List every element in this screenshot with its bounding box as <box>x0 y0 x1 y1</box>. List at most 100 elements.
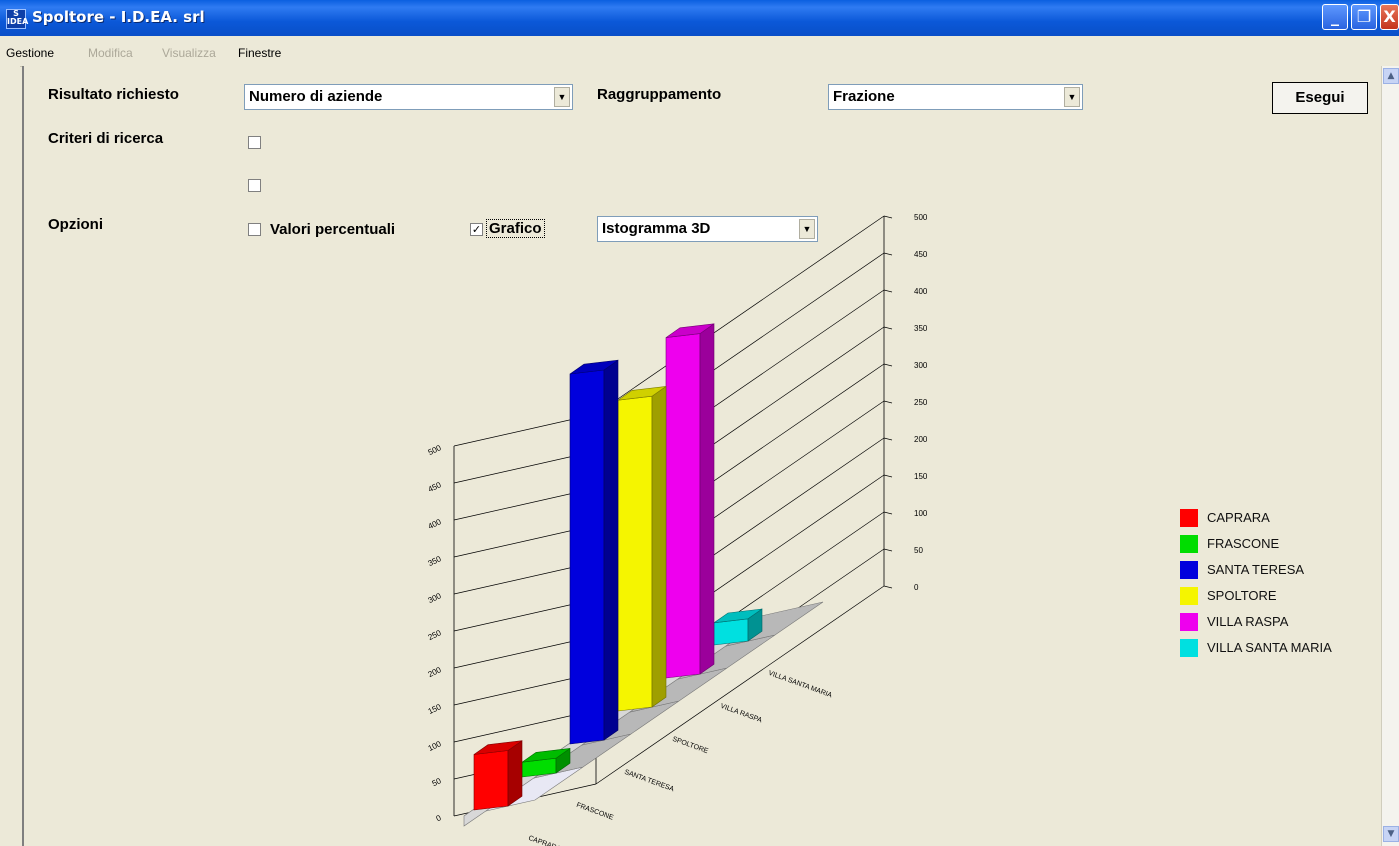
chevron-down-icon[interactable]: ▼ <box>799 219 815 239</box>
criteria-checkbox-1[interactable] <box>248 136 261 149</box>
y-tick-label-right: 50 <box>914 546 923 555</box>
bar-side <box>603 359 619 741</box>
y-tick-label-left: 350 <box>427 554 443 568</box>
x-category-label: VILLA RASPA <box>719 703 763 725</box>
chevron-down-icon[interactable]: ▼ <box>554 87 570 107</box>
main-panel: Risultato richiesto Numero di aziende ▼ … <box>22 66 1381 846</box>
app-window: S IDEA Spoltore - I.D.EA. srl _ ❐ X Gesti… <box>0 0 1399 846</box>
y-tick-mark <box>883 400 893 404</box>
legend-item: SANTA TERESA <box>1180 558 1380 582</box>
legend-label: VILLA SANTA MARIA <box>1207 640 1332 655</box>
y-tick-label-right: 300 <box>914 361 928 370</box>
y-tick-label-left: 100 <box>427 739 443 753</box>
grouping-label: Raggruppamento <box>597 86 722 103</box>
vertical-scrollbar[interactable]: ▲ ▼ <box>1381 66 1399 846</box>
scroll-up-arrow-icon[interactable]: ▲ <box>1383 68 1399 84</box>
y-tick-mark <box>883 289 893 293</box>
close-button[interactable]: X <box>1380 4 1399 30</box>
x-category-label: SPOLTORE <box>671 736 709 756</box>
y-tick-label-left: 50 <box>431 776 443 788</box>
bar-front <box>713 618 749 646</box>
chart-checkbox[interactable]: ✓ <box>470 223 483 236</box>
result-select[interactable]: Numero di aziende ▼ <box>244 84 573 110</box>
grouping-select-value: Frazione <box>833 88 895 105</box>
y-tick-label-left: 200 <box>427 665 443 679</box>
chart-label: Grafico <box>486 219 545 238</box>
y-tick-label-right: 0 <box>914 583 919 592</box>
legend-item: FRASCONE <box>1180 532 1380 556</box>
x-category-label: CAPRARA <box>527 835 562 846</box>
menu-gestione[interactable]: Gestione <box>6 46 54 60</box>
checkmark-icon: ✓ <box>471 223 482 236</box>
legend-swatch <box>1180 509 1198 527</box>
title-bar[interactable]: S IDEA Spoltore - I.D.EA. srl _ ❐ X <box>0 0 1399 36</box>
y-tick-mark <box>883 363 893 367</box>
x-category-label: VILLA SANTA MARIA <box>767 670 833 700</box>
criteria-checkbox-2[interactable] <box>248 179 261 192</box>
maximize-button[interactable]: ❐ <box>1351 4 1377 30</box>
bar-side <box>699 323 715 675</box>
y-tick-mark <box>883 474 893 478</box>
y-tick-label-right: 100 <box>914 509 928 518</box>
y-tick-label-right: 250 <box>914 398 928 407</box>
y-tick-label-left: 450 <box>427 480 443 494</box>
y-tick-label-right: 150 <box>914 472 928 481</box>
y-tick-mark <box>883 326 893 330</box>
y-tick-mark <box>883 548 893 552</box>
legend-item: CAPRARA <box>1180 506 1380 530</box>
y-tick-label-left: 500 <box>427 443 443 457</box>
y-tick-mark <box>883 252 893 256</box>
legend-label: SPOLTORE <box>1207 588 1277 603</box>
scroll-down-arrow-icon[interactable]: ▼ <box>1383 826 1399 842</box>
minimize-button[interactable]: _ <box>1322 4 1348 30</box>
y-tick-label-right: 450 <box>914 250 928 259</box>
y-tick-label-right: 350 <box>914 324 928 333</box>
bar-chart-3d: 0 0 50 50 100 100 150 150 200 200 250 250 300 300 350 3… <box>427 213 928 846</box>
menu-modifica[interactable]: Modifica <box>88 46 133 60</box>
window-title: Spoltore - I.D.EA. srl <box>32 8 205 26</box>
chevron-down-icon[interactable]: ▼ <box>1064 87 1080 107</box>
legend-item: VILLA SANTA MARIA <box>1180 636 1380 660</box>
y-tick-label-right: 400 <box>914 287 928 296</box>
y-tick-label-left: 150 <box>427 702 443 716</box>
y-tick-label-left: 250 <box>427 628 443 642</box>
x-category-label: SANTA TERESA <box>623 769 675 794</box>
bar-front <box>569 369 605 745</box>
y-tick-label-left: 400 <box>427 517 443 531</box>
y-tick-mark <box>883 511 893 515</box>
y-tick-mark <box>883 437 893 441</box>
x-category-label: FRASCONE <box>575 802 614 822</box>
bar-side <box>507 740 523 807</box>
menu-finestre[interactable]: Finestre <box>238 46 281 60</box>
menu-bar: Gestione Modifica Visualizza Finestre <box>0 36 1399 67</box>
legend-label: FRASCONE <box>1207 536 1280 551</box>
legend-item: VILLA RASPA <box>1180 610 1380 634</box>
back-gridline <box>595 215 885 415</box>
bar-side <box>651 385 667 708</box>
legend-label: CAPRARA <box>1207 510 1270 525</box>
y-tick-label-left: 300 <box>427 591 443 605</box>
left-margin <box>0 66 20 846</box>
bar-front <box>617 395 653 712</box>
menu-visualizza[interactable]: Visualizza <box>162 46 216 60</box>
bar-front <box>473 750 509 811</box>
y-tick-label-right: 500 <box>914 213 928 222</box>
y-tick-label-left: 0 <box>435 813 443 823</box>
percent-checkbox[interactable] <box>248 223 261 236</box>
legend-swatch <box>1180 535 1198 553</box>
criteria-label: Criteri di ricerca <box>48 130 164 147</box>
legend-swatch <box>1180 587 1198 605</box>
bar-front <box>665 333 701 679</box>
legend-swatch <box>1180 639 1198 657</box>
chart-type-select-value: Istogramma 3D <box>602 220 711 237</box>
y-tick-mark <box>883 215 893 219</box>
app-icon: S IDEA <box>6 9 28 29</box>
percent-label: Valori percentuali <box>270 221 396 238</box>
legend-swatch <box>1180 561 1198 579</box>
execute-button[interactable]: Esegui <box>1272 82 1368 114</box>
grouping-select[interactable]: Frazione ▼ <box>828 84 1083 110</box>
y-tick-label-right: 200 <box>914 435 928 444</box>
chart-type-select[interactable]: Istogramma 3D ▼ <box>597 216 818 242</box>
options-label: Opzioni <box>48 216 103 233</box>
legend-item: SPOLTORE <box>1180 584 1380 608</box>
